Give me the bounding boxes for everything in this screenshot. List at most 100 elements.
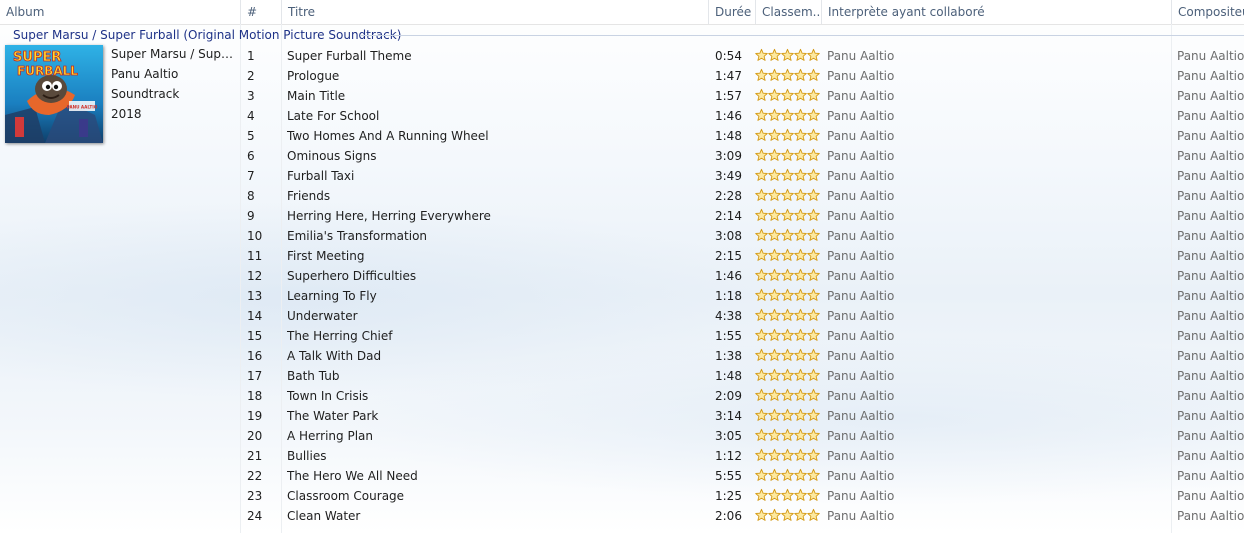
star-icon[interactable] [807, 88, 820, 102]
star-icon[interactable] [794, 508, 807, 522]
star-icon[interactable] [781, 388, 794, 402]
star-icon[interactable] [755, 168, 768, 182]
star-icon[interactable] [794, 128, 807, 142]
star-icon[interactable] [768, 428, 781, 442]
track-rating[interactable] [755, 368, 821, 384]
star-icon[interactable] [755, 368, 768, 382]
star-icon[interactable] [794, 208, 807, 222]
star-icon[interactable] [768, 448, 781, 462]
star-icon[interactable] [781, 68, 794, 82]
track-row[interactable]: 12 Superhero Difficulties 1:46 Panu Aaltio P… [0, 266, 1244, 286]
column-header-artist[interactable]: Interprète ayant collaboré [822, 0, 1171, 24]
star-icon[interactable] [755, 48, 768, 62]
star-icon[interactable] [794, 108, 807, 122]
star-icon[interactable] [755, 228, 768, 242]
star-icon[interactable] [755, 128, 768, 142]
star-icon[interactable] [768, 128, 781, 142]
track-row[interactable]: 3 Main Title 1:57 Panu Aaltio Panu Aaltio [0, 86, 1244, 106]
track-rating[interactable] [755, 268, 821, 284]
track-row[interactable]: 11 First Meeting 2:15 Panu Aaltio Panu Aalti… [0, 246, 1244, 266]
star-icon[interactable] [768, 248, 781, 262]
track-rating[interactable] [755, 168, 821, 184]
star-icon[interactable] [781, 488, 794, 502]
track-rating[interactable] [755, 228, 821, 244]
track-row[interactable]: 4 Late For School 1:46 Panu Aaltio Panu Aalt… [0, 106, 1244, 126]
star-icon[interactable] [768, 168, 781, 182]
star-icon[interactable] [781, 508, 794, 522]
star-icon[interactable] [755, 88, 768, 102]
star-icon[interactable] [781, 328, 794, 342]
star-icon[interactable] [755, 308, 768, 322]
star-icon[interactable] [768, 148, 781, 162]
track-rating[interactable] [755, 408, 821, 424]
star-icon[interactable] [755, 248, 768, 262]
column-header-title[interactable]: Titre [282, 0, 708, 24]
star-icon[interactable] [768, 68, 781, 82]
star-icon[interactable] [755, 268, 768, 282]
star-icon[interactable] [794, 428, 807, 442]
track-rating[interactable] [755, 108, 821, 124]
star-icon[interactable] [781, 108, 794, 122]
track-row[interactable]: 7 Furball Taxi 3:49 Panu Aaltio Panu Aaltio [0, 166, 1244, 186]
star-icon[interactable] [768, 228, 781, 242]
track-rating[interactable] [755, 508, 821, 524]
track-rating[interactable] [755, 328, 821, 344]
star-icon[interactable] [807, 288, 820, 302]
star-icon[interactable] [768, 508, 781, 522]
star-icon[interactable] [781, 428, 794, 442]
track-rating[interactable] [755, 388, 821, 404]
star-icon[interactable] [781, 228, 794, 242]
star-icon[interactable] [755, 508, 768, 522]
column-header-album[interactable]: Album [0, 0, 240, 24]
star-icon[interactable] [768, 108, 781, 122]
star-icon[interactable] [768, 468, 781, 482]
star-icon[interactable] [807, 168, 820, 182]
star-icon[interactable] [807, 348, 820, 362]
track-row[interactable]: 16 A Talk With Dad 1:38 Panu Aaltio Panu Aal… [0, 346, 1244, 366]
track-rating[interactable] [755, 248, 821, 264]
track-rating[interactable] [755, 88, 821, 104]
star-icon[interactable] [781, 288, 794, 302]
track-rating[interactable] [755, 68, 821, 84]
track-row[interactable]: 18 Town In Crisis 2:09 Panu Aaltio Panu Aalt… [0, 386, 1244, 406]
star-icon[interactable] [794, 248, 807, 262]
track-rating[interactable] [755, 48, 821, 64]
track-rating[interactable] [755, 468, 821, 484]
star-icon[interactable] [781, 448, 794, 462]
star-icon[interactable] [781, 408, 794, 422]
track-rating[interactable] [755, 348, 821, 364]
star-icon[interactable] [755, 148, 768, 162]
star-icon[interactable] [768, 208, 781, 222]
star-icon[interactable] [807, 508, 820, 522]
star-icon[interactable] [794, 408, 807, 422]
star-icon[interactable] [794, 468, 807, 482]
star-icon[interactable] [781, 168, 794, 182]
star-icon[interactable] [755, 468, 768, 482]
column-header-rating[interactable]: Classem... [756, 0, 821, 24]
star-icon[interactable] [807, 408, 820, 422]
track-row[interactable]: 1 Super Furball Theme 0:54 Panu Aaltio Panu … [0, 46, 1244, 66]
star-icon[interactable] [794, 308, 807, 322]
star-icon[interactable] [755, 488, 768, 502]
track-rating[interactable] [755, 288, 821, 304]
star-icon[interactable] [794, 328, 807, 342]
star-icon[interactable] [781, 348, 794, 362]
track-row[interactable]: 6 Ominous Signs 3:09 Panu Aaltio Panu Aaltio [0, 146, 1244, 166]
star-icon[interactable] [768, 88, 781, 102]
star-icon[interactable] [794, 48, 807, 62]
track-rating[interactable] [755, 488, 821, 504]
track-row[interactable]: 20 A Herring Plan 3:05 Panu Aaltio Panu Aalt… [0, 426, 1244, 446]
star-icon[interactable] [781, 188, 794, 202]
star-icon[interactable] [794, 88, 807, 102]
column-header-duration[interactable]: Durée [709, 0, 755, 24]
star-icon[interactable] [807, 468, 820, 482]
star-icon[interactable] [807, 68, 820, 82]
star-icon[interactable] [768, 488, 781, 502]
star-icon[interactable] [755, 408, 768, 422]
track-row[interactable]: 10 Emilia's Transformation 3:08 Panu Aaltio… [0, 226, 1244, 246]
track-rating[interactable] [755, 448, 821, 464]
star-icon[interactable] [781, 268, 794, 282]
star-icon[interactable] [781, 468, 794, 482]
star-icon[interactable] [794, 288, 807, 302]
star-icon[interactable] [781, 208, 794, 222]
